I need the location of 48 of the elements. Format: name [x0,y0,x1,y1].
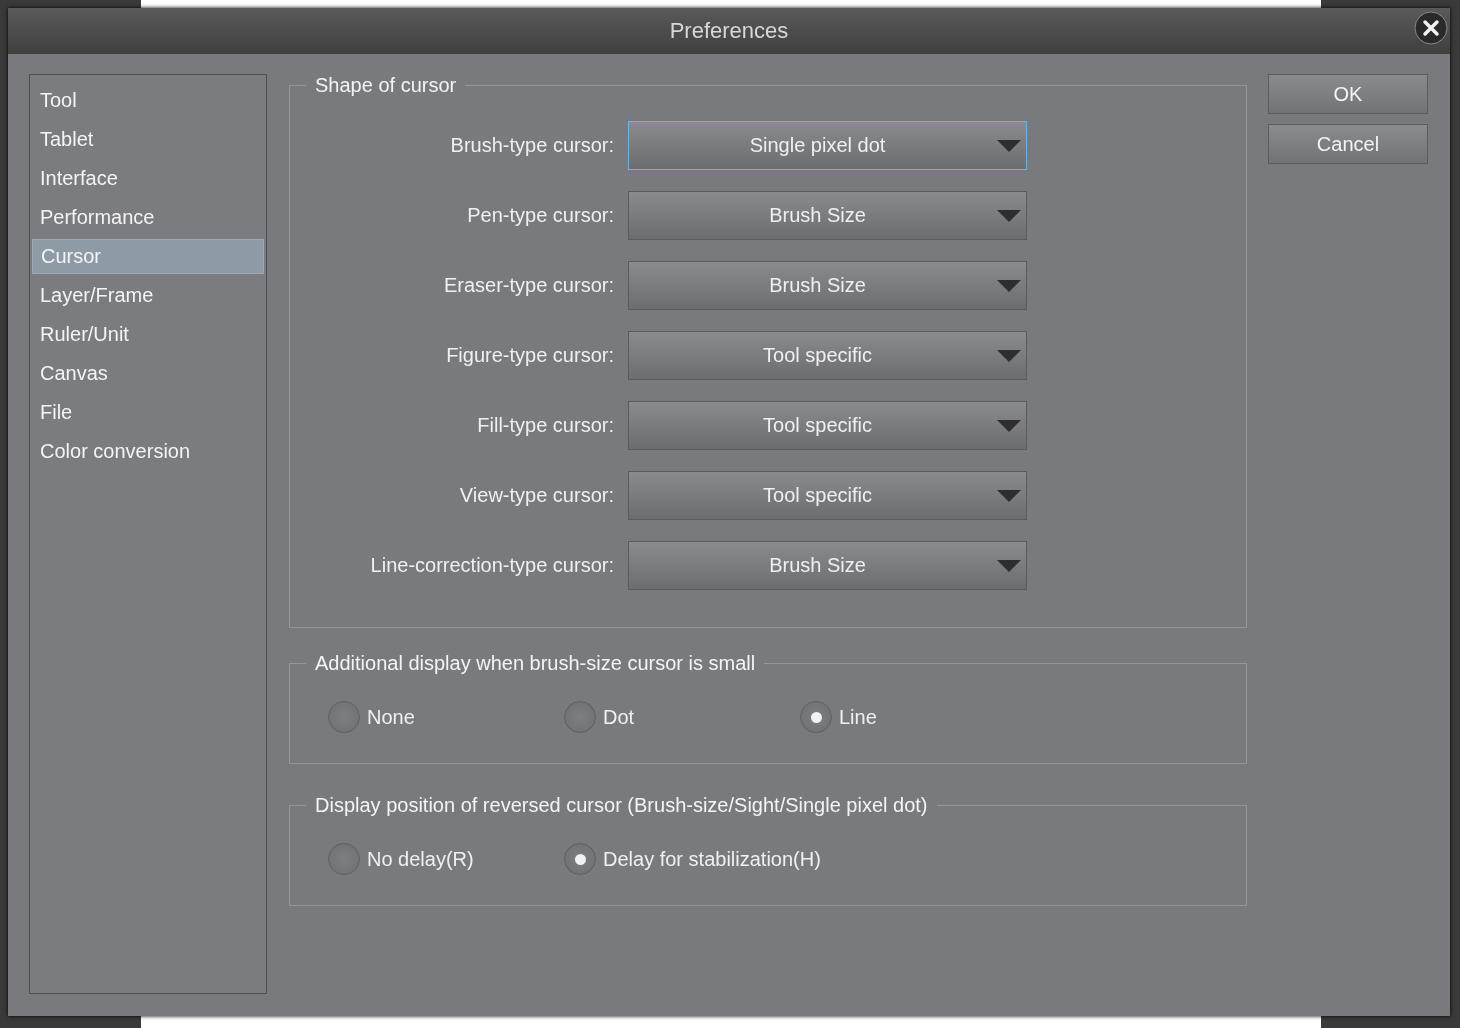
radio-label: Line [839,705,877,729]
group-title: Display position of reversed cursor (Brush-size/Sight/Single pixel dot) [314,794,929,817]
dropdown[interactable]: Brush Size [628,190,1027,240]
field-label: View-type cursor: [458,483,615,507]
radio-button[interactable] [564,701,596,733]
radio-button[interactable] [800,701,832,733]
category-item[interactable]: Tablet [32,122,264,157]
caret-icon [997,279,1021,292]
caret-icon [997,559,1021,572]
caret-icon [997,489,1021,502]
caret-icon [997,419,1021,432]
field-label: Brush-type cursor: [449,133,615,157]
radio-label: No delay(R) [367,847,474,871]
radio-label: Delay for stabilization(H) [603,847,821,871]
dropdown[interactable]: Tool specific [628,400,1027,450]
dropdown[interactable]: Tool specific [628,330,1027,380]
category-item[interactable]: Cursor [32,239,264,274]
field-label: Line-correction-type cursor: [369,553,615,577]
close-icon[interactable] [1414,11,1448,45]
category-item[interactable]: Tool [32,83,264,118]
window-title: Preferences [669,18,789,44]
caret-icon [997,349,1021,362]
radio-button[interactable] [328,843,360,875]
radio-button[interactable] [564,843,596,875]
category-item[interactable]: Canvas [32,356,264,391]
dropdown[interactable]: Brush Size [628,260,1027,310]
field-label: Eraser-type cursor: [442,273,615,297]
category-item[interactable]: Ruler/Unit [32,317,264,352]
dropdown[interactable]: Tool specific [628,470,1027,520]
radio-button[interactable] [328,701,360,733]
dropdown[interactable]: Single pixel dot [628,120,1027,170]
field-label: Pen-type cursor: [466,203,615,227]
category-item[interactable]: Interface [32,161,264,196]
field-label: Figure-type cursor: [445,343,615,367]
group-title: Additional display when brush-size cursor is small [314,652,757,675]
category-item[interactable]: Color conversion [32,434,264,469]
radio-label: Dot [603,705,635,729]
group-title: Shape of cursor [314,74,458,97]
category-item[interactable]: Performance [32,200,264,235]
ok-button[interactable]: OK [1268,74,1428,114]
radio-label: None [367,705,415,729]
category-item[interactable]: File [32,395,264,430]
caret-icon [997,139,1021,152]
category-item[interactable]: Layer/Frame [32,278,264,313]
field-label: Fill-type cursor: [476,413,615,437]
caret-icon [997,209,1021,222]
cancel-button[interactable]: Cancel [1268,124,1428,164]
dropdown[interactable]: Brush Size [628,540,1027,590]
